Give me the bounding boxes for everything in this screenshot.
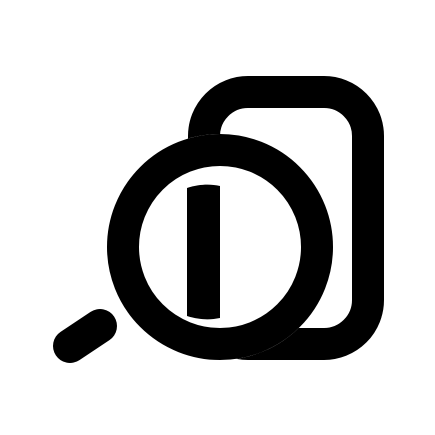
magnifier-handle (53, 309, 117, 363)
document-search-icon (0, 0, 435, 435)
document-search-icon-svg (53, 76, 384, 363)
document-segment-inside-lens (187, 184, 220, 320)
icon-canvas (0, 0, 435, 435)
